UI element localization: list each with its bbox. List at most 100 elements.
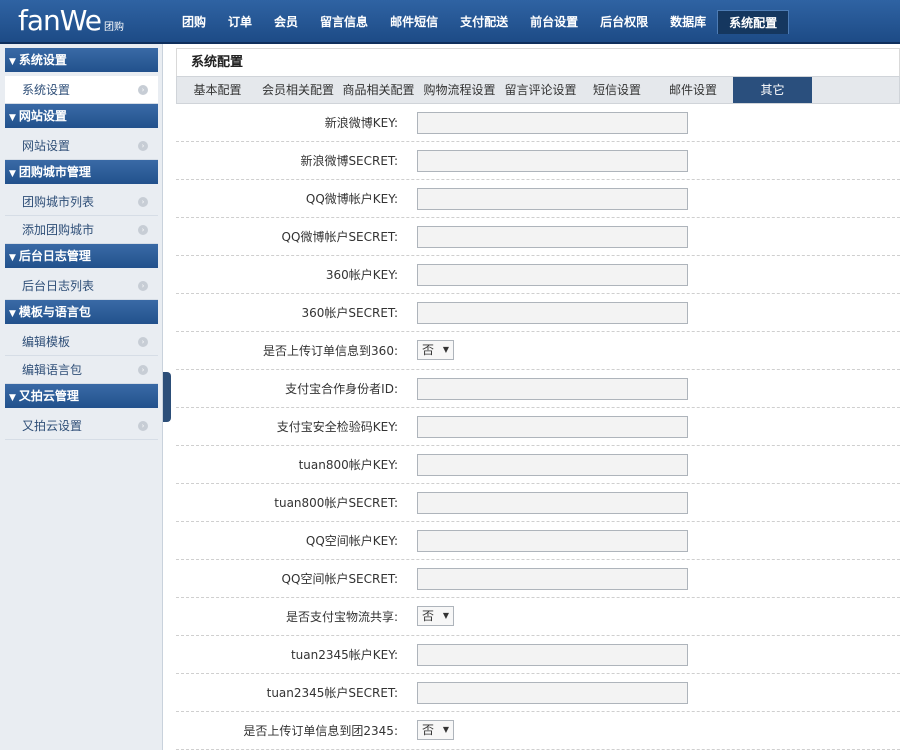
field-label: QQ空间帐户SECRET: [281, 572, 398, 586]
nav-item-2[interactable]: 会员 [263, 10, 309, 34]
nav-item-8[interactable]: 数据库 [659, 10, 717, 34]
field-label: 360帐户KEY: [325, 268, 398, 282]
text-field[interactable] [417, 112, 688, 134]
field-label: QQ空间帐户KEY: [305, 534, 398, 548]
tab-3[interactable]: 购物流程设置 [419, 77, 500, 103]
chevron-right-icon: › [138, 281, 148, 291]
text-field[interactable] [417, 530, 688, 552]
text-field[interactable] [417, 188, 688, 210]
chevron-right-icon: › [138, 85, 148, 95]
text-field[interactable] [417, 416, 688, 438]
nav-item-5[interactable]: 支付配送 [449, 10, 519, 34]
form-row: 是否支付宝物流共享: 否 ▼ [176, 598, 900, 636]
text-field[interactable] [417, 454, 688, 476]
main-nav: 团购 订单 会员 留言信息 邮件短信 支付配送 前台设置 后台权限 数据库 系统配置 [171, 10, 790, 34]
tab-1[interactable]: 会员相关配置 [258, 77, 338, 103]
sidebar-item-label: 编辑语言包 [22, 363, 83, 377]
sidebar-item[interactable]: 编辑语言包 › [5, 356, 158, 384]
form-row: 是否上传订单信息到团2345: 否 ▼ [176, 712, 900, 750]
text-field[interactable] [417, 302, 688, 324]
field-label: 是否上传订单信息到团2345: [243, 724, 398, 738]
sidebar-item[interactable]: 添加团购城市 › [5, 216, 158, 244]
sidebar-section-3[interactable]: ▼ 后台日志管理 [5, 244, 158, 268]
yes-no-select[interactable]: 否 ▼ [417, 720, 454, 740]
field-label: tuan800帐户SECRET: [274, 496, 398, 510]
form-row: tuan2345帐户KEY: [176, 636, 900, 674]
tab-0[interactable]: 基本配置 [177, 77, 258, 103]
triangle-down-icon: ▼ [9, 253, 16, 263]
form-row: QQ空间帐户KEY: [176, 522, 900, 560]
field-label: QQ微博帐户KEY: [305, 192, 398, 206]
caret-down-icon: ▼ [442, 345, 449, 354]
sidebar-section-0[interactable]: ▼ 系统设置 [5, 48, 158, 72]
sidebar-item[interactable]: 网站设置 › [5, 132, 158, 160]
caret-down-icon: ▼ [442, 611, 449, 620]
chevron-right-icon: › [138, 365, 148, 375]
field-label: tuan800帐户KEY: [298, 458, 398, 472]
text-field[interactable] [417, 378, 688, 400]
nav-item-1[interactable]: 订单 [217, 10, 263, 34]
triangle-down-icon: ▼ [9, 57, 16, 67]
tab-4[interactable]: 留言评论设置 [500, 77, 581, 103]
form-row: QQ空间帐户SECRET: [176, 560, 900, 598]
logo-sub: 团购 [104, 22, 125, 33]
field-label: QQ微博帐户SECRET: [281, 230, 398, 244]
sidebar-item[interactable]: 团购城市列表 › [5, 188, 158, 216]
sidebar-item[interactable]: 又拍云设置 › [5, 412, 158, 440]
tab-6[interactable]: 邮件设置 [653, 77, 733, 103]
form-row: tuan800帐户KEY: [176, 446, 900, 484]
text-field[interactable] [417, 226, 688, 248]
triangle-down-icon: ▼ [9, 309, 16, 319]
sidebar-section-title: 团购城市管理 [18, 165, 91, 179]
yes-no-select[interactable]: 否 ▼ [417, 340, 454, 360]
yes-no-select[interactable]: 否 ▼ [417, 606, 454, 626]
nav-item-0[interactable]: 团购 [171, 10, 217, 34]
sidebar-item[interactable]: 编辑模板 › [5, 328, 158, 356]
text-field[interactable] [417, 682, 688, 704]
form-row: tuan800帐户SECRET: [176, 484, 900, 522]
nav-item-4[interactable]: 邮件短信 [379, 10, 449, 34]
logo-main: fanWe [18, 4, 102, 37]
nav-item-3[interactable]: 留言信息 [309, 10, 379, 34]
sidebar-item[interactable]: 系统设置 › [5, 76, 158, 104]
triangle-down-icon: ▼ [9, 393, 16, 403]
form-row: 新浪微博KEY: [176, 104, 900, 142]
chevron-right-icon: › [138, 197, 148, 207]
sidebar-section-title: 又拍云管理 [18, 389, 79, 403]
sidebar-section-title: 后台日志管理 [18, 249, 91, 263]
tab-5[interactable]: 短信设置 [581, 77, 653, 103]
form-row: 360帐户SECRET: [176, 294, 900, 332]
text-field[interactable] [417, 492, 688, 514]
text-field[interactable] [417, 150, 688, 172]
top-bar: fanWe 团购 团购 订单 会员 留言信息 邮件短信 支付配送 前台设置 后台权限 数据库 系统… [0, 0, 900, 44]
sidebar-section-5[interactable]: ▼ 又拍云管理 [5, 384, 158, 408]
sidebar-section-2[interactable]: ▼ 团购城市管理 [5, 160, 158, 184]
text-field[interactable] [417, 568, 688, 590]
sidebar-section-title: 模板与语言包 [18, 305, 91, 319]
sidebar-item-label: 添加团购城市 [22, 223, 95, 237]
sidebar-item-label: 系统设置 [22, 83, 71, 97]
field-label: 新浪微博SECRET: [300, 154, 398, 168]
select-value: 否 [422, 723, 435, 737]
text-field[interactable] [417, 644, 688, 666]
sidebar-item-label: 网站设置 [22, 139, 71, 153]
sidebar-section-4[interactable]: ▼ 模板与语言包 [5, 300, 158, 324]
field-label: 是否上传订单信息到360: [263, 344, 398, 358]
chevron-right-icon: › [138, 141, 148, 151]
select-value: 否 [422, 609, 435, 623]
field-label: 支付宝安全检验码KEY: [276, 420, 398, 434]
sidebar-collapse-handle[interactable] [163, 372, 171, 422]
nav-item-9[interactable]: 系统配置 [717, 10, 790, 34]
sidebar-item[interactable]: 后台日志列表 › [5, 272, 158, 300]
nav-item-6[interactable]: 前台设置 [519, 10, 589, 34]
tab-2[interactable]: 商品相关配置 [338, 77, 419, 103]
field-label: tuan2345帐户KEY: [290, 648, 398, 662]
field-label: 支付宝合作身份者ID: [285, 382, 398, 396]
tab-7[interactable]: 其它 [733, 77, 812, 103]
field-label: 新浪微博KEY: [324, 116, 398, 130]
form-row: 新浪微博SECRET: [176, 142, 900, 180]
nav-item-7[interactable]: 后台权限 [589, 10, 659, 34]
form-row: 支付宝安全检验码KEY: [176, 408, 900, 446]
text-field[interactable] [417, 264, 688, 286]
sidebar-section-1[interactable]: ▼ 网站设置 [5, 104, 158, 128]
